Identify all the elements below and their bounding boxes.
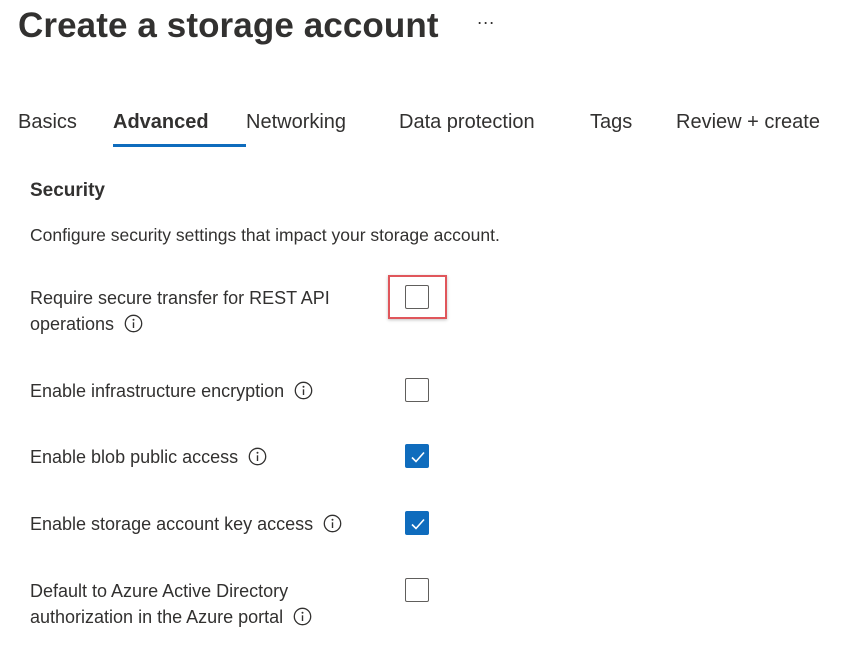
tab-review-create[interactable]: Review + create [676, 104, 820, 150]
setting-label-text: operations [30, 314, 115, 334]
setting-label-aad-authorization: Default to Azure Active Directory author… [30, 578, 370, 630]
setting-label-text: Require secure transfer for REST API [30, 288, 330, 308]
setting-label-text: Enable infrastructure encryption [30, 381, 285, 401]
setting-label-secure-transfer: Require secure transfer for REST API ope… [30, 285, 370, 337]
infrastructure-encryption-checkbox[interactable] [405, 378, 429, 402]
info-icon[interactable] [294, 381, 313, 400]
tab-tags[interactable]: Tags [590, 104, 676, 150]
tab-bar: Basics Advanced Networking Data protecti… [18, 104, 820, 150]
info-icon[interactable] [248, 447, 267, 466]
setting-label-text: Default to Azure Active Directory [30, 581, 289, 601]
info-icon[interactable] [124, 314, 143, 333]
key-access-checkbox[interactable] [405, 511, 429, 535]
info-icon[interactable] [323, 514, 342, 533]
setting-label-text: authorization in the Azure portal [30, 607, 284, 627]
setting-label-text: Enable storage account key access [30, 514, 314, 534]
section-title-security: Security [30, 180, 105, 201]
tab-networking[interactable]: Networking [246, 104, 399, 150]
setting-label-key-access: Enable storage account key access [30, 511, 370, 537]
tab-basics[interactable]: Basics [18, 104, 113, 150]
setting-label-infrastructure-encryption: Enable infrastructure encryption [30, 378, 370, 404]
tab-advanced[interactable]: Advanced [113, 104, 246, 150]
secure-transfer-checkbox[interactable] [405, 285, 429, 309]
checkmark-icon [411, 451, 425, 463]
checkmark-icon [411, 518, 425, 530]
blob-public-access-checkbox[interactable] [405, 444, 429, 468]
title-row: Create a storage account ··· [18, 4, 495, 48]
page-title: Create a storage account [18, 6, 439, 45]
setting-label-text: Enable blob public access [30, 447, 239, 467]
section-description: Configure security settings that impact … [30, 225, 500, 245]
aad-authorization-checkbox[interactable] [405, 578, 429, 602]
tab-data-protection[interactable]: Data protection [399, 104, 590, 150]
info-icon[interactable] [293, 607, 312, 626]
setting-label-blob-public-access: Enable blob public access [30, 444, 370, 470]
more-options-button[interactable]: ··· [477, 12, 495, 32]
